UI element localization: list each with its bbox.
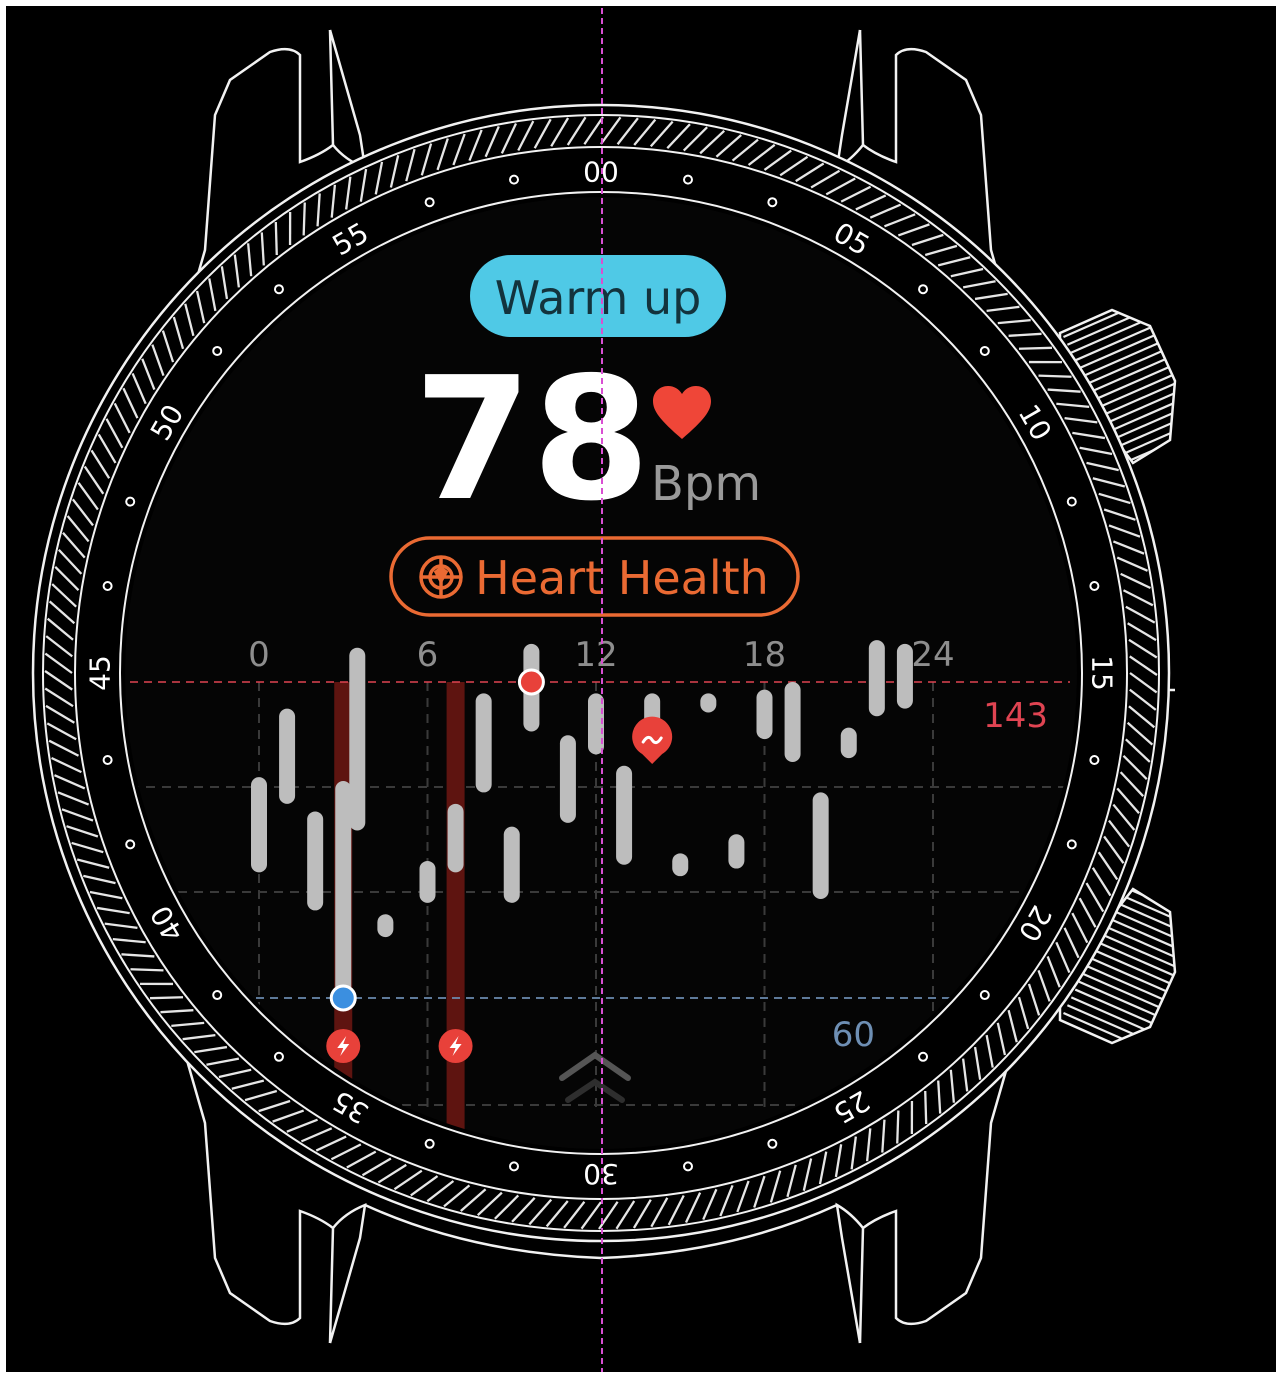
range-bar xyxy=(349,647,366,831)
min-value-label: 60 xyxy=(832,1015,875,1055)
range-bar xyxy=(419,860,436,903)
heart-radar-icon xyxy=(419,555,463,599)
x-tick-label: 6 xyxy=(417,635,439,675)
range-bar xyxy=(447,803,464,873)
heart-rate-value: 78 xyxy=(414,341,651,539)
range-bar xyxy=(868,640,885,717)
max-point-marker[interactable] xyxy=(517,668,545,696)
range-bar xyxy=(335,780,352,998)
heart-health-label: Heart Health xyxy=(475,551,769,605)
range-bar xyxy=(307,811,324,911)
range-bar xyxy=(475,693,492,793)
lightning-icon[interactable] xyxy=(438,1029,473,1063)
range-bar xyxy=(251,777,267,873)
range-bar xyxy=(279,708,296,804)
range-bar xyxy=(812,792,829,900)
range-bar xyxy=(728,834,745,869)
range-bar xyxy=(756,689,773,740)
range-bar xyxy=(700,693,717,713)
range-bar xyxy=(559,735,576,823)
range-bar xyxy=(840,727,857,759)
range-bar xyxy=(784,682,801,762)
x-tick-label: 12 xyxy=(574,635,617,675)
range-bar xyxy=(896,643,913,709)
watch-face-screen: 00 05 10 15 20 25 30 35 40 45 50 55 0 6 12 18 24 143 60 W… xyxy=(0,0,1282,1375)
range-bar xyxy=(377,914,394,938)
bezel-number: 15 xyxy=(1086,655,1119,691)
bezel-number: 45 xyxy=(84,655,117,691)
lightning-icon[interactable] xyxy=(326,1029,361,1063)
range-bar xyxy=(672,853,689,877)
status-pill-label: Warm up xyxy=(495,271,702,325)
status-pill: Warm up xyxy=(470,255,726,337)
x-tick-label: 0 xyxy=(248,635,270,675)
x-tick-label: 24 xyxy=(911,635,954,675)
min-point-marker[interactable] xyxy=(329,984,357,1012)
event-band xyxy=(446,682,465,1142)
max-value-label: 143 xyxy=(983,696,1048,736)
x-tick-label: 18 xyxy=(743,635,786,675)
heart-rate-unit: Bpm xyxy=(651,456,761,512)
range-bar xyxy=(503,826,520,903)
range-bar xyxy=(616,765,633,865)
